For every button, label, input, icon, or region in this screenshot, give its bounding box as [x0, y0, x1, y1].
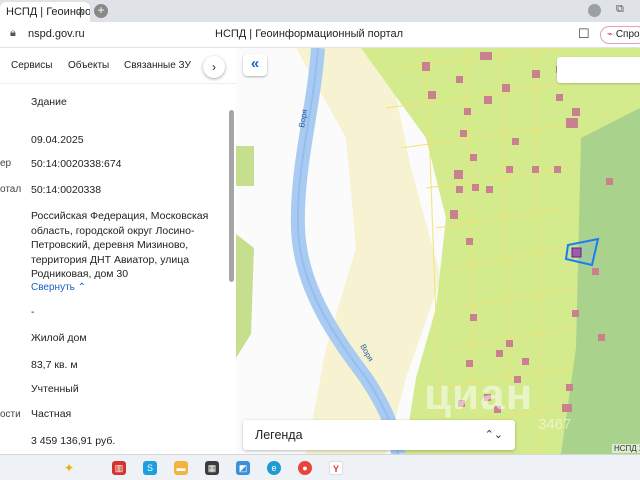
profile-icon[interactable] — [588, 4, 601, 17]
object-info-panel: Сервисы Объекты Связанные ЗУ Ч › Здание … — [0, 48, 236, 454]
panel-scrollbar[interactable] — [229, 110, 234, 282]
map-view[interactable]: Воря Воря « циан 3467 Легенда ⌃⌄ НСПД 2 — [236, 48, 640, 454]
watermark-number: 3467 — [538, 416, 572, 433]
cadastral-quarter-value: 50:14:0020338 — [31, 184, 102, 196]
tab-objects[interactable]: Объекты — [68, 60, 109, 71]
taskbar: ✦ ▥ S ▬ ▦ ◩ e ● Y — [0, 454, 640, 480]
extension-icon: ⌁ — [607, 29, 616, 40]
quarter-label: отал — [0, 184, 22, 195]
app-icon[interactable]: ▥ — [112, 461, 126, 475]
map-attribution: НСПД 2 — [612, 444, 640, 453]
ownership-value: Частная — [31, 408, 72, 420]
edge-icon[interactable]: e — [267, 461, 281, 475]
yandex-icon[interactable]: Y — [329, 461, 343, 475]
skype-icon[interactable]: S — [143, 461, 157, 475]
cadastral-number-value: 50:14:0020338:674 — [31, 158, 122, 170]
dash-value: - — [31, 306, 35, 318]
collapse-panel-button[interactable]: « — [243, 54, 267, 76]
photos-icon[interactable]: ◩ — [236, 461, 250, 475]
cadastral-number-label: ер — [0, 158, 12, 169]
extension-button[interactable]: ⌁ Спро — [600, 26, 640, 44]
files-icon[interactable]: ▬ — [174, 461, 188, 475]
new-tab-button[interactable]: + — [94, 4, 108, 18]
status-value: Учтенный — [31, 383, 79, 395]
address-bar: 🔒︎ nspd.gov.ru НСПД | Геоинформационный … — [0, 22, 640, 48]
legend-label: Легенда — [255, 428, 303, 442]
area-value: 83,7 кв. м — [31, 359, 78, 371]
browser-tab[interactable]: НСПД | Геоинформацио × — [0, 2, 90, 22]
map-search-box[interactable] — [557, 57, 640, 83]
ownership-label: ости — [0, 409, 21, 420]
sparkle-icon[interactable]: ✦ — [62, 461, 76, 475]
bookmark-icon[interactable]: ☐ — [578, 26, 590, 42]
object-type-value: Здание — [31, 96, 67, 108]
cadastral-value: 3 459 136,91 руб. — [31, 435, 116, 447]
purpose-value: Жилой дом — [31, 332, 87, 344]
chevron-right-icon[interactable]: › — [203, 56, 225, 78]
lock-icon[interactable]: 🔒︎ — [10, 27, 16, 40]
browser-tab-bar: НСПД | Геоинформацио × + ⧉ — [0, 0, 640, 22]
panel-tabs: Сервисы Объекты Связанные ЗУ Ч › — [0, 48, 236, 84]
calculator-icon[interactable]: ▦ — [205, 461, 219, 475]
url-field[interactable]: nspd.gov.ru — [28, 28, 85, 40]
collapse-link[interactable]: Свернуть ⌃ — [31, 282, 86, 293]
address-value: Российская Федерация, Московская область… — [31, 210, 209, 280]
chevron-updown-icon[interactable]: ⌃⌄ — [485, 420, 503, 450]
copy-icon[interactable]: ⧉ — [616, 3, 624, 16]
page-title: НСПД | Геоинформационный портал — [215, 28, 404, 40]
tab-services[interactable]: Сервисы — [11, 60, 52, 71]
tab-related-plots[interactable]: Связанные ЗУ — [124, 60, 191, 71]
legend-dropdown[interactable]: Легенда ⌃⌄ — [243, 420, 515, 450]
tab-close-icon[interactable]: × — [78, 2, 84, 22]
chrome-icon[interactable]: ● — [298, 461, 312, 475]
date-value: 09.04.2025 — [31, 134, 84, 146]
watermark-logo: циан — [424, 370, 534, 419]
